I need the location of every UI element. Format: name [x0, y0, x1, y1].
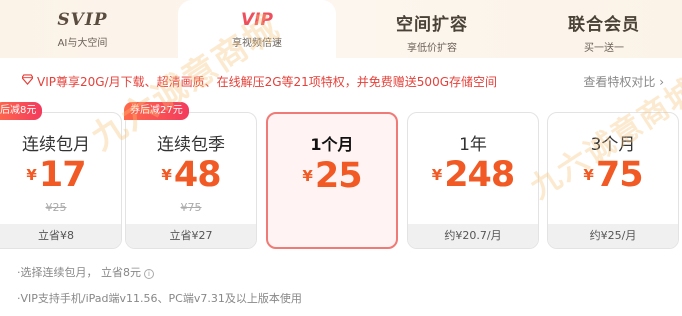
currency-symbol: ¥ — [26, 166, 37, 184]
price-value: 25 — [314, 156, 363, 196]
tab-joint-title: 联合会员 — [568, 15, 640, 35]
plan-price: ¥48 — [126, 155, 256, 195]
plan-footer: 约¥20.7/月 — [408, 224, 538, 248]
currency-symbol: ¥ — [431, 166, 443, 184]
price-value: 17 — [38, 155, 87, 195]
original-price: ¥25 — [45, 201, 67, 214]
discount-tag: 券后减27元 — [124, 102, 189, 120]
tab-vip-subtitle: 享视频倍速 — [232, 38, 282, 49]
price-value: 248 — [444, 155, 515, 195]
discount-tag: 后减8元 — [0, 102, 43, 120]
tab-vip[interactable]: VIP 享视频倍速 — [178, 0, 336, 58]
plan-card-quarterly-auto[interactable]: 连续包季 ¥48 ¥75 立省¥27 — [125, 112, 257, 249]
tab-storage-subtitle: 享低价扩容 — [407, 43, 457, 54]
tab-svip-title: SVIP — [57, 10, 108, 30]
original-price: ¥75 — [180, 201, 202, 214]
plan-name: 3个月 — [590, 135, 636, 155]
plan-price: ¥75 — [548, 155, 678, 195]
plan-tabs: SVIP AI与大空间 VIP 享视频倍速 空间扩容 享低价扩容 联合会员 买一… — [0, 0, 682, 58]
plan-name: 连续包季 — [157, 135, 225, 155]
selection-note: ·选择连续包月， 立省8元 i — [17, 264, 154, 280]
plan-price: ¥17 — [0, 155, 121, 195]
tab-joint-member[interactable]: 联合会员 买一送一 — [526, 0, 682, 58]
plan-card-1-year[interactable]: 1年 ¥248 约¥20.7/月 — [407, 112, 539, 249]
currency-symbol: ¥ — [302, 167, 313, 185]
plan-footer: 立省¥27 — [126, 224, 256, 248]
version-support-note: ·VIP支持手机/iPad端v11.56、PC端v7.31及以上版本使用 — [17, 292, 302, 305]
plan-footer: 约¥25/月 — [548, 224, 678, 248]
info-icon[interactable]: i — [144, 269, 154, 279]
tab-storage[interactable]: 空间扩容 享低价扩容 — [352, 0, 512, 58]
plan-name: 1个月 — [310, 135, 354, 154]
tab-storage-title: 空间扩容 — [396, 15, 468, 35]
tab-svip[interactable]: SVIP AI与大空间 — [0, 0, 165, 58]
privilege-banner: VIP尊享20G/月下载、超清画质、在线解压2G等21项特权，并免费赠送500G… — [0, 58, 682, 102]
plan-price: ¥248 — [408, 155, 538, 195]
diamond-icon — [22, 74, 33, 85]
plan-card-1-month[interactable]: 1个月 ¥25 — [266, 112, 398, 249]
price-value: 75 — [595, 155, 644, 195]
plan-footer: 立省¥8 — [0, 224, 121, 248]
plan-price: ¥25 — [268, 156, 396, 196]
currency-symbol: ¥ — [161, 166, 172, 184]
plan-name: 连续包月 — [22, 135, 90, 155]
plan-card-monthly-auto[interactable]: 连续包月 ¥17 ¥25 立省¥8 — [0, 112, 122, 249]
compare-privileges-link[interactable]: 查看特权对比 › — [583, 73, 664, 90]
plan-card-3-months[interactable]: 3个月 ¥75 约¥25/月 — [547, 112, 679, 249]
tab-svip-subtitle: AI与大空间 — [57, 38, 108, 49]
tab-joint-subtitle: 买一送一 — [584, 43, 624, 54]
selection-note-text: ·选择连续包月， 立省8元 — [17, 266, 141, 279]
plan-name: 1年 — [459, 135, 487, 155]
price-value: 48 — [173, 155, 222, 195]
tab-vip-title: VIP — [241, 10, 273, 30]
currency-symbol: ¥ — [583, 166, 594, 184]
privilege-text: VIP尊享20G/月下载、超清画质、在线解压2G等21项特权，并免费赠送500G… — [37, 75, 498, 89]
